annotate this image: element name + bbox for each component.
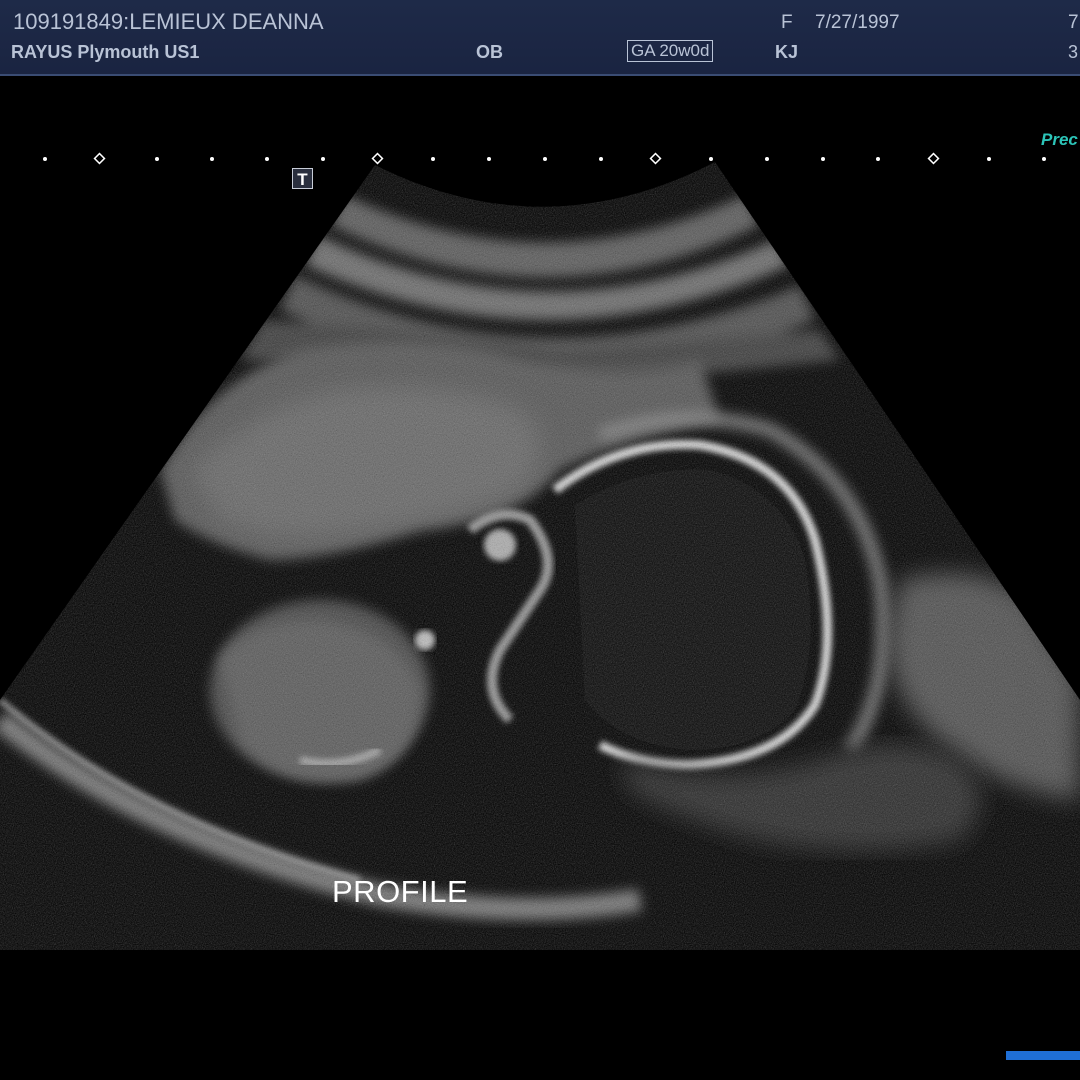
patient-sex: F (781, 12, 793, 33)
site-name: RAYUS Plymouth US1 (11, 42, 200, 62)
ultrasound-image (0, 152, 1080, 950)
status-bar-indicator (1006, 1051, 1080, 1060)
gestational-age: GA 20w0d (627, 40, 714, 62)
operator-initials: KJ (775, 42, 799, 62)
scan-sector (0, 162, 1080, 950)
patient-dob: 7/27/1997 (815, 12, 900, 33)
patient-id-name: 109191849:LEMIEUX DEANNA (13, 9, 324, 34)
depth-scale (43, 152, 1046, 165)
exam-type: OB (476, 42, 503, 62)
patient-info-header: 109191849:LEMIEUX DEANNA F 7/27/1997 7 R… (0, 0, 1080, 76)
ultrasound-screen: 109191849:LEMIEUX DEANNA F 7/27/1997 7 R… (0, 0, 1080, 1080)
transducer-orientation-marker: T (292, 168, 313, 189)
header-edge-top: 7 (1068, 12, 1079, 33)
header-edge-bottom: 3 (1068, 42, 1079, 62)
preset-label: Prec (1041, 130, 1078, 149)
annotation-label: PROFILE (332, 874, 469, 909)
